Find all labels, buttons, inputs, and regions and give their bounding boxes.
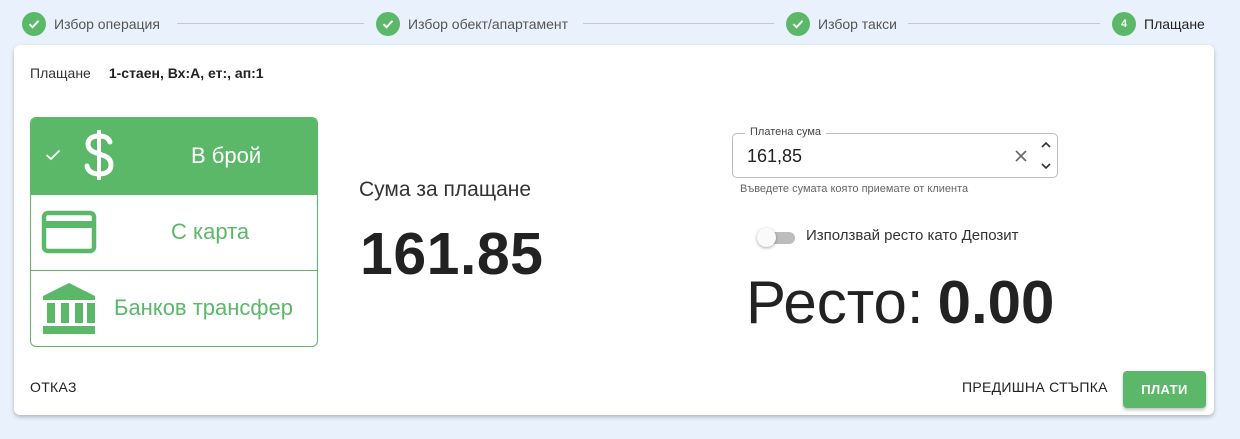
step-operation[interactable]: Избор операция: [22, 11, 160, 37]
paid-amount-label: Платена сума: [745, 126, 827, 138]
stepper: Избор операция Избор обект/апартамент Из…: [0, 0, 1240, 46]
paid-amount-input[interactable]: 161,85: [747, 146, 802, 167]
check-icon: [376, 12, 400, 36]
step-number: 4: [1112, 12, 1136, 36]
clear-icon[interactable]: [1013, 148, 1029, 164]
method-label: С карта: [171, 219, 250, 244]
property-name: 1-стаен, Вх:А, ет:, ап:1: [108, 65, 264, 81]
method-cash[interactable]: В брой: [31, 118, 317, 194]
step-label: Избор операция: [54, 16, 160, 32]
check-icon: [22, 12, 46, 36]
chevron-up-icon[interactable]: [1039, 138, 1053, 152]
chevron-down-icon[interactable]: [1039, 159, 1053, 173]
paid-amount-hint: Въведете сумата която приемате от клиент…: [740, 183, 969, 195]
step-fees[interactable]: Избор такси: [786, 11, 897, 37]
payment-method-group: В брой С карта Банков трансфер: [30, 117, 318, 347]
dollar-icon: [81, 128, 117, 187]
method-label: Банков трансфер: [114, 295, 293, 320]
step-connector: [908, 23, 1100, 24]
step-connector: [177, 23, 364, 24]
step-property[interactable]: Избор обект/апартамент: [376, 11, 568, 37]
method-card[interactable]: С карта: [31, 195, 317, 271]
method-bank-transfer[interactable]: Банков трансфер: [31, 271, 317, 346]
step-label: Плащане: [1144, 16, 1205, 32]
bank-icon: [41, 281, 97, 342]
payment-header-label: Плащане: [30, 65, 91, 81]
deposit-toggle-label: Използвай ресто като Депозит: [806, 227, 1019, 244]
check-icon: [45, 148, 61, 167]
method-label: В брой: [191, 143, 262, 168]
step-label: Избор обект/апартамент: [408, 16, 569, 32]
step-label: Избор такси: [818, 16, 897, 32]
toggle-thumb: [757, 228, 776, 247]
change-display: Ресто: 0.00: [746, 268, 1054, 337]
change-label: Ресто:: [746, 269, 924, 336]
step-connector: [583, 23, 774, 24]
credit-card-icon: [41, 210, 97, 259]
deposit-toggle[interactable]: [757, 227, 795, 247]
amount-due-label: Сума за плащане: [359, 178, 532, 201]
check-icon: [786, 12, 810, 36]
paid-amount-field[interactable]: Платена сума 161,85: [732, 126, 1058, 178]
payment-card: Плащане 1-стаен, Вх:А, ет:, ап:1 В брой: [14, 45, 1214, 415]
change-value: 0.00: [937, 269, 1055, 336]
payment-header: Плащане 1-стаен, Вх:А, ет:, ап:1: [30, 65, 264, 81]
previous-step-button[interactable]: ПРЕДИШНА СТЪПКА: [962, 379, 1108, 395]
cancel-button[interactable]: ОТКАЗ: [30, 379, 77, 395]
pay-button[interactable]: ПЛАТИ: [1123, 371, 1206, 408]
amount-due-value: 161.85: [360, 221, 544, 287]
step-payment[interactable]: 4 Плащане: [1112, 11, 1205, 37]
